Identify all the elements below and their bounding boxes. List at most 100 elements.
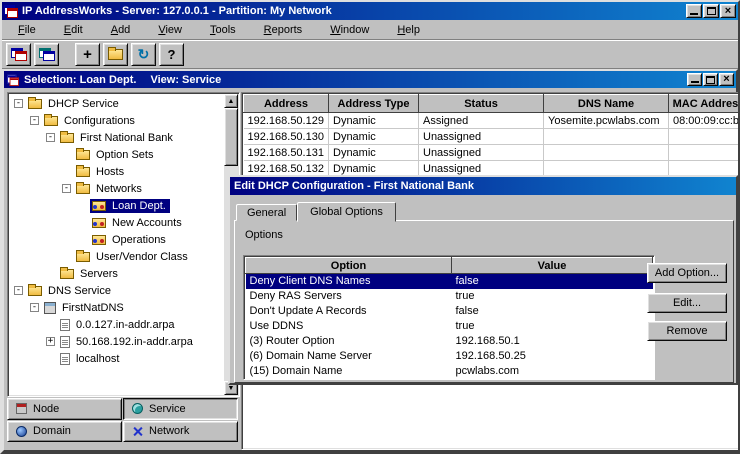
tree-item-user-vendor-class[interactable]: User/Vendor Class [10,248,223,265]
tree-item-localhost[interactable]: localhost [10,350,223,367]
folder-icon [76,150,90,160]
option-row[interactable]: (15) Domain Namepcwlabs.com [246,364,653,379]
tree-item-option-sets[interactable]: Option Sets [10,146,223,163]
expand-toggle-icon[interactable]: + [46,337,55,346]
address-row[interactable]: 192.168.50.131DynamicUnassigned [244,145,740,161]
tab-general[interactable]: General [236,204,297,221]
tree-item-hosts[interactable]: Hosts [10,163,223,180]
view-button-network[interactable]: Network [123,421,238,443]
child-close-button[interactable]: × [719,73,734,86]
partition-view-button[interactable] [34,43,59,66]
view-button-service[interactable]: Service [123,398,238,420]
tree-item-new-accounts[interactable]: New Accounts [10,214,223,231]
dialog-title: Edit DHCP Configuration - First National… [234,180,474,192]
column-header-address-type[interactable]: Address Type [329,95,419,113]
address-table-header: Address Address Type Status DNS Name MAC… [244,95,740,113]
menu-tools[interactable]: Tools [196,21,250,39]
collapse-toggle-icon[interactable]: - [14,286,23,295]
folder-icon [28,286,42,296]
refresh-button[interactable]: ↻ [131,43,156,66]
tree-panel: - DHCP Service - Configurations - First … [7,92,240,397]
add-button[interactable]: + [75,43,100,66]
tree-item-configurations[interactable]: - Configurations [10,112,223,129]
option-row[interactable]: Don't Update A Recordsfalse [246,304,653,319]
collapse-toggle-icon[interactable]: - [46,133,55,142]
menu-view[interactable]: View [144,21,196,39]
menu-reports[interactable]: Reports [250,21,317,39]
option-row[interactable]: (6) Domain Name Server192.168.50.25 [246,349,653,364]
zone-file-icon [60,336,70,348]
dialog-titlebar[interactable]: Edit DHCP Configuration - First National… [230,177,736,195]
tree-item-operations[interactable]: Operations [10,231,223,248]
help-button[interactable]: ? [159,43,184,66]
option-row[interactable]: (3) Router Option192.168.50.1 [246,334,653,349]
tree-item-reverse-zone-127[interactable]: 0.0.127.in-addr.arpa [10,316,223,333]
menu-file[interactable]: File [4,21,50,39]
log-book-button[interactable] [103,43,128,66]
folder-icon [76,167,90,177]
close-button[interactable]: × [720,4,736,18]
column-header-status[interactable]: Status [419,95,544,113]
add-option-button[interactable]: Add Option... [647,263,727,283]
book-icon [108,49,123,60]
zone-file-icon [60,319,70,331]
maximize-button[interactable] [703,4,719,18]
tree-item-reverse-zone-50-168-192[interactable]: + 50.168.192.in-addr.arpa [10,333,223,350]
option-row[interactable]: Deny RAS Serverstrue [246,289,653,304]
folder-icon [60,269,74,279]
child-titlebar[interactable]: Selection: Loan Dept. View: Service × [4,71,736,88]
folder-icon [76,184,90,194]
menu-help[interactable]: Help [383,21,434,39]
address-row[interactable]: 192.168.50.129DynamicAssignedYosemite.pc… [244,113,740,129]
column-header-address[interactable]: Address [244,95,329,113]
tree-item-networks[interactable]: - Networks [10,180,223,197]
collapse-toggle-icon[interactable]: - [14,99,23,108]
close-icon: × [725,6,731,17]
option-row[interactable]: Use DDNStrue [246,319,653,334]
column-header-value[interactable]: Value [452,258,653,274]
tree-item-first-national-bank[interactable]: - First National Bank [10,129,223,146]
view-button-node[interactable]: Node [7,398,122,420]
tree-item-dns-service[interactable]: - DNS Service [10,282,223,299]
app-titlebar[interactable]: IP AddressWorks - Server: 127.0.0.1 - Pa… [2,2,738,20]
edit-button[interactable]: Edit... [647,293,727,313]
remove-button[interactable]: Remove [647,321,727,341]
cascade-windows-icon [11,48,27,61]
maximize-icon [706,76,715,84]
global-options-page: Options Option Value Deny Client DNS Nam… [234,220,734,383]
menu-edit[interactable]: Edit [50,21,97,39]
help-icon: ? [168,47,176,62]
address-row[interactable]: 192.168.50.130DynamicUnassigned [244,129,740,145]
edit-dhcp-configuration-dialog: Edit DHCP Configuration - First National… [228,175,738,385]
tree-item-firstnatdns[interactable]: - FirstNatDNS [10,299,223,316]
zone-file-icon [60,353,70,365]
service-gear-icon [132,403,143,414]
child-maximize-button[interactable] [703,73,718,86]
menu-add[interactable]: Add [97,21,145,39]
tab-global-options[interactable]: Global Options [297,202,396,222]
tree-item-dhcp-service[interactable]: - DHCP Service [10,95,223,112]
menu-window[interactable]: Window [316,21,383,39]
options-list: Option Value Deny Client DNS Namesfalse … [243,255,655,380]
column-header-mac-address[interactable]: MAC Address [669,95,740,113]
console-view-button[interactable] [6,43,31,66]
collapse-toggle-icon[interactable]: - [30,303,39,312]
options-table: Option Value Deny Client DNS Namesfalse … [245,257,653,379]
tree-item-loan-dept[interactable]: Loan Dept. [10,197,223,214]
collapse-toggle-icon[interactable]: - [62,184,71,193]
child-minimize-button[interactable] [687,73,702,86]
options-table-header: Option Value [246,258,653,274]
scrollbar-thumb[interactable] [224,108,238,166]
column-header-option[interactable]: Option [246,258,452,274]
option-row[interactable]: Deny Client DNS Namesfalse [246,274,653,289]
scroll-up-button[interactable]: ▲ [224,94,238,108]
column-header-dns-name[interactable]: DNS Name [544,95,669,113]
network-node-icon [92,218,106,228]
folder-icon [76,252,90,262]
view-button-domain[interactable]: Domain [7,421,122,443]
minimize-button[interactable] [686,4,702,18]
tree-item-servers[interactable]: Servers [10,265,223,282]
app-window: IP AddressWorks - Server: 127.0.0.1 - Pa… [0,0,740,454]
collapse-toggle-icon[interactable]: - [30,116,39,125]
toolbar-separator [62,43,72,66]
